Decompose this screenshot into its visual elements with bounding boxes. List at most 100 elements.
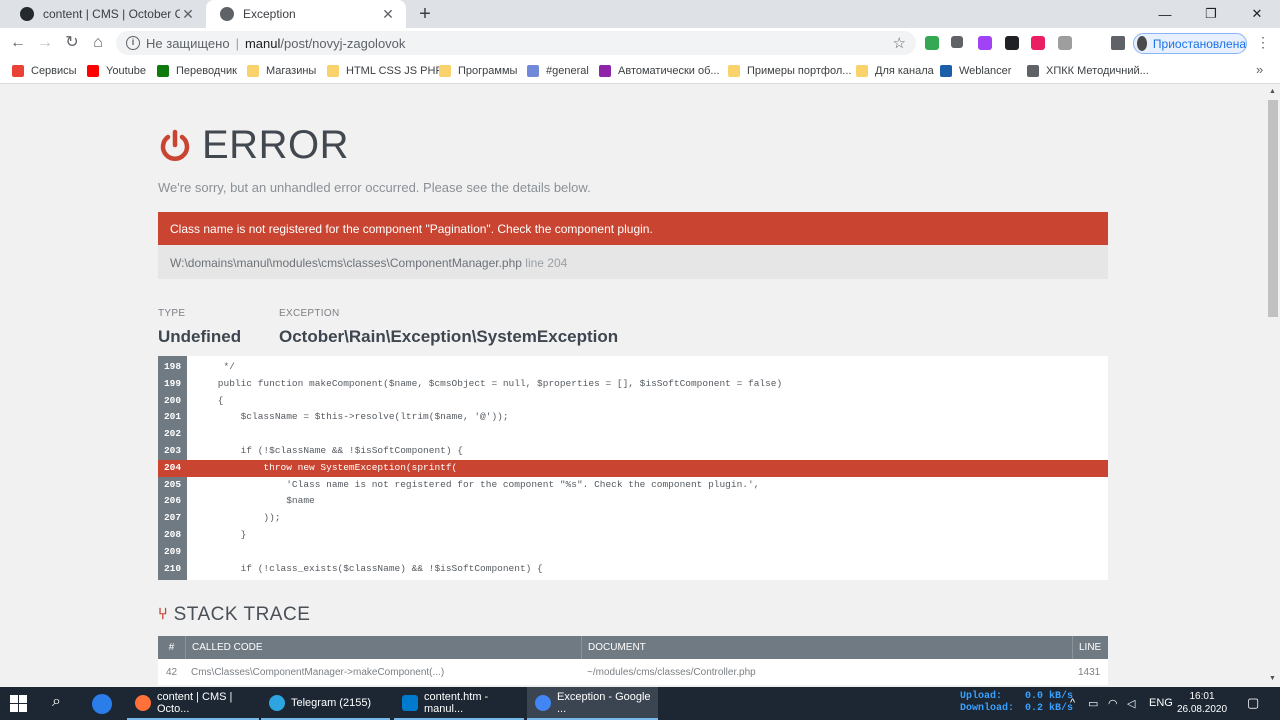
tab-october-cms[interactable]: content | CMS | October CMS ✕: [6, 0, 206, 28]
code-line: 210 if (!class_exists($className) && !$i…: [158, 561, 1108, 578]
minimize-button[interactable]: —: [1142, 0, 1188, 28]
table-row[interactable]: 42 Cms\Classes\ComponentManager->makeCom…: [158, 659, 1108, 685]
info-icon[interactable]: i: [126, 36, 140, 50]
close-icon[interactable]: ✕: [180, 6, 196, 23]
profile-button[interactable]: Приостановлена: [1133, 33, 1247, 54]
line-text: $name: [195, 495, 315, 507]
line-text: if (!class_exists($className) && !$isSof…: [195, 562, 543, 574]
error-header: ERROR: [158, 123, 349, 168]
github-icon: [20, 7, 34, 21]
network-speed-widget: Upload: 0.0 kB/s Download: 0.2 kB/s: [960, 691, 1073, 715]
address-separator: |: [235, 35, 239, 51]
clock-time: 16:01: [1189, 691, 1215, 702]
language-indicator[interactable]: ENG: [1149, 697, 1173, 709]
reload-button[interactable]: ↻: [62, 33, 82, 53]
notifications-icon[interactable]: ▢: [1247, 695, 1259, 711]
line-number: 202: [163, 428, 182, 440]
telegram-icon: [269, 694, 285, 711]
shield-extension-icon[interactable]: [925, 36, 939, 50]
bookmark-item[interactable]: #general: [527, 63, 589, 79]
header-line: LINE: [1072, 636, 1108, 659]
file-line: line 204: [525, 256, 568, 270]
vscode-icon: [402, 694, 418, 711]
jpg-icon: [599, 65, 611, 77]
line-number: 207: [163, 512, 182, 524]
more-bookmarks-button[interactable]: »: [1256, 62, 1263, 77]
line-text: $className = $this->resolve(ltrim($name,…: [195, 411, 509, 423]
back-button[interactable]: ←: [8, 33, 28, 53]
bookmark-item[interactable]: ХПКК Методичний...: [1027, 63, 1149, 79]
puzzle-icon[interactable]: [1111, 36, 1125, 50]
scroll-down-icon[interactable]: ▼: [1269, 675, 1276, 682]
taskbar-app-firefox[interactable]: content | CMS | Octo...: [127, 687, 259, 720]
wifi-icon[interactable]: ◠: [1108, 697, 1118, 710]
line-number: 210: [163, 562, 182, 574]
address-host: manul: [244, 35, 281, 51]
header-document: DOCUMENT: [581, 636, 1072, 659]
home-button[interactable]: ⌂: [88, 33, 108, 53]
maximize-button[interactable]: ❐: [1188, 0, 1234, 28]
bookmark-item[interactable]: Переводчик: [157, 63, 237, 79]
windows-start-icon[interactable]: [10, 695, 27, 712]
color-extension-icon[interactable]: [1031, 36, 1045, 50]
line-number: 209: [163, 545, 182, 557]
bookmarks-bar: Сервисы Youtube Переводчик Магазины HTML…: [0, 58, 1280, 84]
youtube-icon: [87, 65, 99, 77]
scrollbar-thumb[interactable]: [1268, 100, 1278, 317]
code-line: 198 */: [158, 359, 1108, 376]
scroll-up-icon[interactable]: ▲: [1269, 88, 1276, 95]
bookmark-item[interactable]: Примеры портфол...: [728, 63, 851, 79]
bookmark-item[interactable]: Weblancer: [940, 63, 1011, 79]
bookmark-star-icon[interactable]: ☆: [893, 34, 906, 52]
code-line: 205 'Class name is not registered for th…: [158, 477, 1108, 494]
bookmark-item[interactable]: HTML CSS JS PHP: [327, 63, 443, 79]
taskbar-app-telegram[interactable]: Telegram (2155): [261, 687, 390, 720]
forward-button[interactable]: →: [35, 33, 55, 53]
bookmark-item[interactable]: Магазины: [247, 63, 316, 79]
pen-extension-icon[interactable]: [978, 36, 992, 50]
line-text: 'Class name is not registered for the co…: [195, 478, 760, 490]
address-bar[interactable]: i Не защищено | manul/post/novyj-zagolov…: [116, 31, 916, 55]
header-called-code: CALLED CODE: [185, 636, 581, 659]
menu-icon[interactable]: ⋮: [1256, 34, 1270, 51]
page-scrollbar[interactable]: ▲ ▼: [1266, 85, 1280, 687]
code-line: 200 {: [158, 393, 1108, 410]
taskbar-app-chrome[interactable]: Exception - Google ...: [527, 687, 658, 720]
clock-date: 26.08.2020: [1176, 704, 1228, 715]
battery-icon[interactable]: ▭: [1088, 697, 1098, 710]
globe-icon: [1027, 65, 1039, 77]
search-icon[interactable]: ⌕: [52, 693, 61, 711]
folder-icon: [247, 65, 259, 77]
line-text: throw new SystemException(sprintf(: [195, 461, 458, 473]
code-line: 209: [158, 544, 1108, 561]
close-window-button[interactable]: ✕: [1234, 0, 1280, 28]
row-line: 1431: [1078, 666, 1101, 678]
taskbar-app-vscode[interactable]: content.htm - manul...: [394, 687, 524, 720]
bookmark-item[interactable]: Youtube: [87, 63, 146, 79]
bookmark-item[interactable]: Автоматически об...: [599, 63, 720, 79]
exception-label: EXCEPTION: [279, 308, 340, 319]
line-text: if (!$className && !$isSoftComponent) {: [195, 445, 463, 456]
error-file: W:\domains\manul\modules\cms\classes\Com…: [158, 245, 1108, 279]
exception-value: October\Rain\Exception\SystemException: [279, 327, 619, 346]
bookmark-item[interactable]: Сервисы: [12, 63, 77, 79]
error-subtitle: We're sorry, but an unhandled error occu…: [158, 180, 591, 195]
translate-icon: [157, 65, 169, 77]
bookmark-item[interactable]: Программы: [439, 63, 517, 79]
tab-exception[interactable]: Exception ✕: [206, 0, 406, 28]
screenshot-extension-icon[interactable]: [1058, 36, 1072, 50]
new-tab-button[interactable]: +: [414, 3, 436, 26]
pinned-app-icon[interactable]: [92, 694, 112, 714]
code-line-highlighted: 204 throw new SystemException(sprintf(: [158, 459, 1108, 477]
row-num: 42: [165, 666, 178, 678]
close-icon[interactable]: ✕: [380, 6, 396, 23]
table-header: # CALLED CODE DOCUMENT LINE: [158, 636, 1108, 659]
system-clock[interactable]: 16:01 26.08.2020: [1172, 690, 1232, 716]
tray-chevron-icon[interactable]: ^: [1070, 697, 1075, 709]
extension-icon[interactable]: [1005, 36, 1019, 50]
volume-icon[interactable]: ◁: [1127, 697, 1135, 710]
move-extension-icon[interactable]: [951, 36, 963, 48]
tab-strip: content | CMS | October CMS ✕ Exception …: [0, 0, 1280, 28]
bookmark-item[interactable]: Для канала: [856, 63, 934, 79]
row-document: ~/modules/cms/classes/Controller.php: [587, 666, 756, 678]
